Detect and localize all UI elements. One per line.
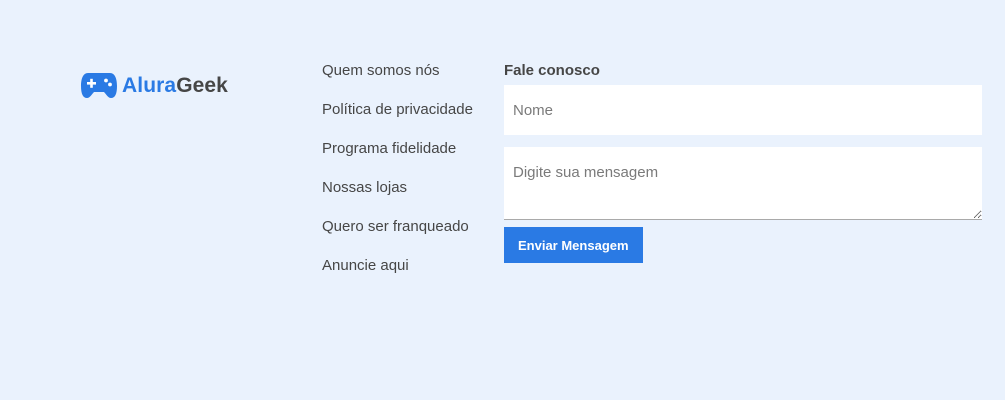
name-input[interactable] xyxy=(504,85,982,135)
footer-link-lojas[interactable]: Nossas lojas xyxy=(322,178,473,217)
brand-logo[interactable]: AluraGeek xyxy=(80,70,228,100)
contact-title: Fale conosco xyxy=(504,62,600,79)
contact-form: Fale conosco Enviar Mensagem xyxy=(504,61,982,263)
message-textarea[interactable] xyxy=(504,147,982,220)
footer-link-fidelidade[interactable]: Programa fidelidade xyxy=(322,139,473,178)
brand-name: AluraGeek xyxy=(122,75,228,96)
footer-link-quem-somos[interactable]: Quem somos nós xyxy=(322,61,473,100)
footer-link-anuncie[interactable]: Anuncie aqui xyxy=(322,256,473,295)
footer-link-privacidade[interactable]: Política de privacidade xyxy=(322,100,473,139)
site-footer: AluraGeek Quem somos nós Política de pri… xyxy=(0,0,1005,400)
footer-links: Quem somos nós Política de privacidade P… xyxy=(322,61,473,295)
brand-name-part2: Geek xyxy=(176,73,228,97)
brand-name-part1: Alura xyxy=(122,73,177,97)
send-message-button[interactable]: Enviar Mensagem xyxy=(504,227,643,263)
footer-link-franqueado[interactable]: Quero ser franqueado xyxy=(322,217,473,256)
gamepad-icon xyxy=(81,73,117,98)
